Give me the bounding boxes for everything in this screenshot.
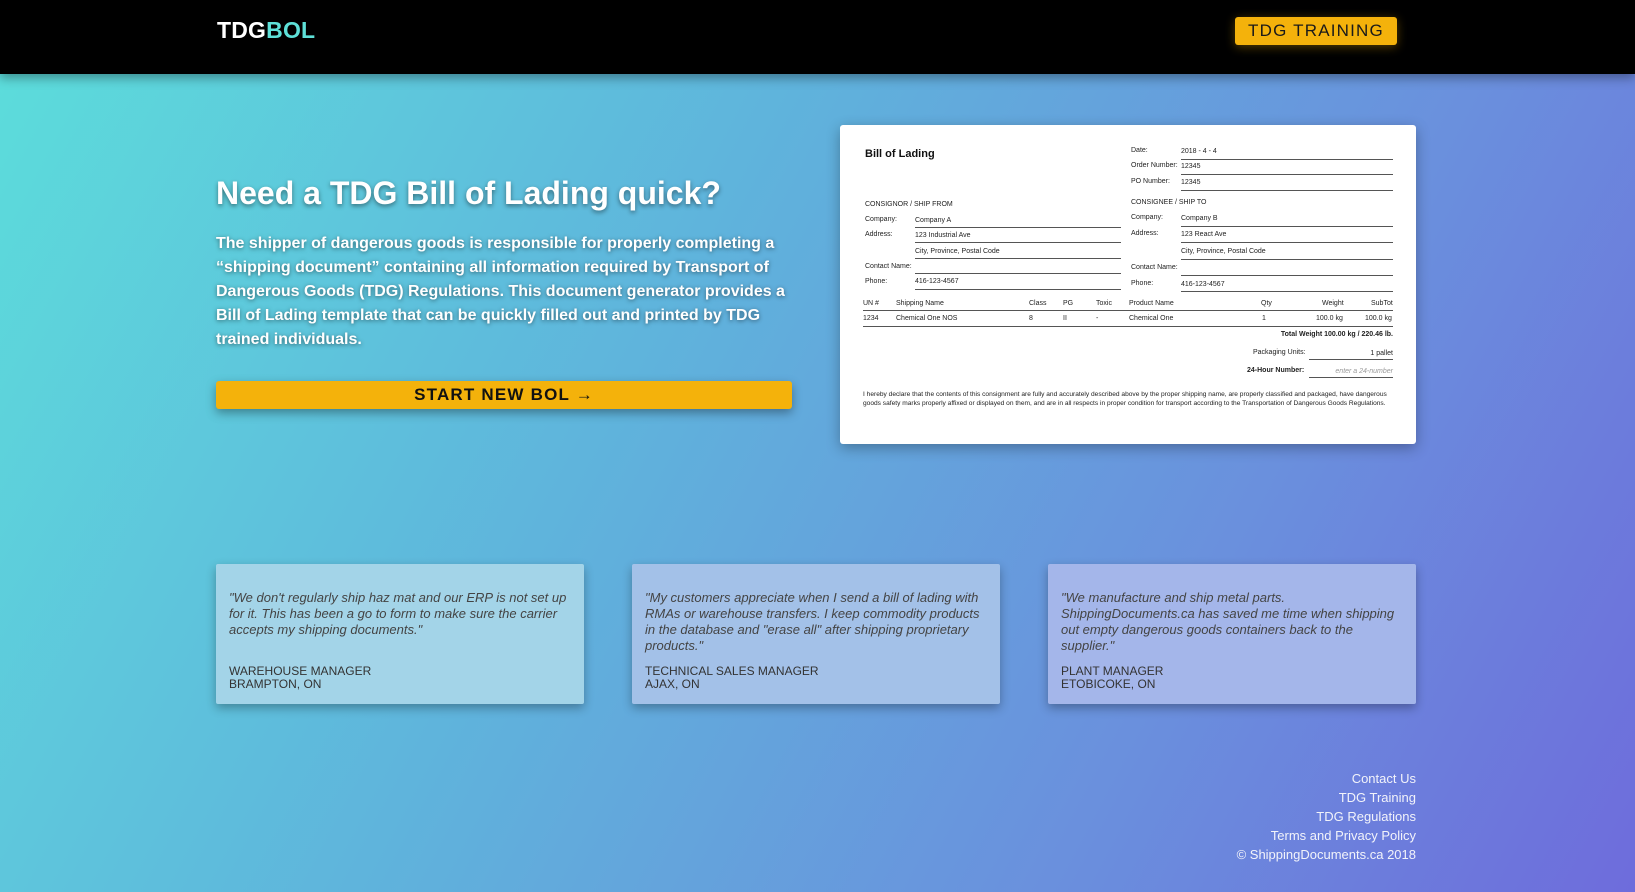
footer-link-contact-us[interactable]: Contact Us: [1237, 769, 1416, 788]
packaging-label: Packaging Units:: [1253, 349, 1306, 356]
start-new-bol-button[interactable]: START NEW BOL →: [216, 381, 792, 409]
preview-date-label: Date:: [1131, 147, 1148, 154]
col-product-name: Product Name: [1129, 300, 1174, 307]
consignor-phone-label: Phone:: [865, 278, 888, 285]
row-toxic: -: [1096, 315, 1099, 322]
consignee-phone: 416-123-4567: [1181, 281, 1225, 288]
row-subtot: 100.0 kg: [1365, 315, 1392, 322]
preview-rule: [1309, 377, 1393, 378]
col-class: Class: [1029, 300, 1047, 307]
preview-order-value: 12345: [1181, 163, 1201, 170]
col-shipping-name: Shipping Name: [896, 300, 944, 307]
row-shipping-name: Chemical One NOS: [896, 315, 958, 322]
row-class: 8: [1029, 315, 1033, 322]
row-pg: II: [1063, 315, 1067, 322]
consignee-heading: CONSIGNEE / SHIP TO: [1131, 199, 1207, 206]
preview-rule: [1181, 174, 1393, 175]
row-weight: 100.0 kg: [1316, 315, 1343, 322]
testimonial-location: Etobicoke, ON: [1061, 677, 1156, 691]
col-toxic: Toxic: [1096, 300, 1112, 307]
preview-title: Bill of Lading: [865, 148, 935, 160]
footer-links: Contact Us TDG Training TDG Regulations …: [1237, 769, 1416, 864]
col-un: UN #: [863, 300, 879, 307]
consignor-contact-label: Contact Name:: [865, 263, 912, 270]
col-qty: Qty: [1261, 300, 1272, 307]
preview-rule: [915, 289, 1121, 290]
col-pg: PG: [1063, 300, 1074, 307]
brand-part-tdg: TDG: [217, 17, 267, 43]
preview-po-value: 12345: [1181, 179, 1201, 186]
preview-rule: [915, 242, 1121, 243]
tdg-training-button[interactable]: TDG TRAINING: [1235, 17, 1397, 45]
preview-po-label: PO Number:: [1131, 178, 1170, 185]
preview-rule: [863, 310, 1393, 311]
consignee-company: Company B: [1181, 215, 1218, 222]
preview-rule: [1181, 259, 1393, 260]
footer-link-tdg-regulations[interactable]: TDG Regulations: [1237, 807, 1416, 826]
preview-rule: [915, 227, 1121, 228]
preview-rule: [1309, 359, 1393, 360]
preview-rule: [1181, 242, 1393, 243]
preview-rule: [1181, 291, 1393, 292]
row-qty: 1: [1262, 315, 1266, 322]
hour-number-placeholder: enter a 24-number: [1335, 368, 1393, 375]
packaging-value: 1 pallet: [1370, 350, 1393, 357]
consignee-city: City, Province, Postal Code: [1181, 248, 1266, 255]
consignee-address: 123 React Ave: [1181, 231, 1227, 238]
testimonial-location: Ajax, ON: [645, 677, 700, 691]
col-subtot: SubTot: [1371, 300, 1393, 307]
consignor-city: City, Province, Postal Code: [915, 248, 1000, 255]
col-weight: Weight: [1322, 300, 1344, 307]
hour-number-label: 24-Hour Number:: [1247, 367, 1305, 374]
row-un: 1234: [863, 315, 879, 322]
row-product-name: Chemical One: [1129, 315, 1174, 322]
footer-link-tdg-training[interactable]: TDG Training: [1237, 788, 1416, 807]
preview-rule: [1181, 226, 1393, 227]
footer-copyright: © ShippingDocuments.ca 2018: [1236, 847, 1416, 862]
preview-rule: [1181, 159, 1393, 160]
hero-title: Need a TDG Bill of Lading quick?: [216, 175, 721, 211]
testimonial-quote: "We don't regularly ship haz mat and our…: [229, 590, 567, 637]
consignor-heading: CONSIGNOR / SHIP FROM: [865, 201, 953, 208]
preview-order-label: Order Number:: [1131, 162, 1178, 169]
bol-preview-document: Bill of Lading Date: 2018 - 4 - 4 Order …: [840, 125, 1416, 444]
preview-rule: [1181, 275, 1393, 276]
testimonial-card: "We manufacture and ship metal parts. Sh…: [1048, 564, 1416, 704]
preview-rule: [863, 326, 1393, 327]
preview-rule: [915, 258, 1121, 259]
consignor-address-label: Address:: [865, 231, 893, 238]
total-weight: Total Weight 100.00 kg / 220.46 lb.: [1280, 331, 1393, 338]
consignee-address-label: Address:: [1131, 230, 1159, 237]
brand-part-bol: BOL: [266, 17, 316, 43]
testimonial-quote: "We manufacture and ship metal parts. Sh…: [1061, 590, 1395, 653]
testimonial-quote: "My customers appreciate when I send a b…: [645, 590, 980, 653]
declaration-text: I hereby declare that the contents of th…: [863, 391, 1387, 407]
consignor-phone: 416-123-4567: [915, 278, 959, 285]
consignor-address: 123 Industrial Ave: [915, 232, 971, 239]
footer-link-terms-privacy[interactable]: Terms and Privacy Policy: [1237, 826, 1416, 845]
consignee-phone-label: Phone:: [1131, 280, 1154, 287]
testimonial-location: Brampton, ON: [229, 677, 322, 691]
consignee-contact-label: Contact Name:: [1131, 264, 1178, 271]
hero-description: The shipper of dangerous goods is respon…: [216, 235, 785, 348]
brand-logo[interactable]: TDGBOL: [217, 17, 315, 44]
preview-date-value: 2018 - 4 - 4: [1181, 148, 1217, 155]
preview-rule: [915, 273, 1121, 274]
preview-rule: [1181, 190, 1393, 191]
testimonial-card: "My customers appreciate when I send a b…: [632, 564, 1000, 704]
consignee-company-label: Company:: [1131, 214, 1163, 221]
consignor-company: Company A: [915, 217, 952, 224]
consignor-company-label: Company:: [865, 216, 897, 223]
testimonial-card: "We don't regularly ship haz mat and our…: [216, 564, 584, 704]
top-navbar: TDGBOL TDG TRAINING: [0, 0, 1635, 74]
